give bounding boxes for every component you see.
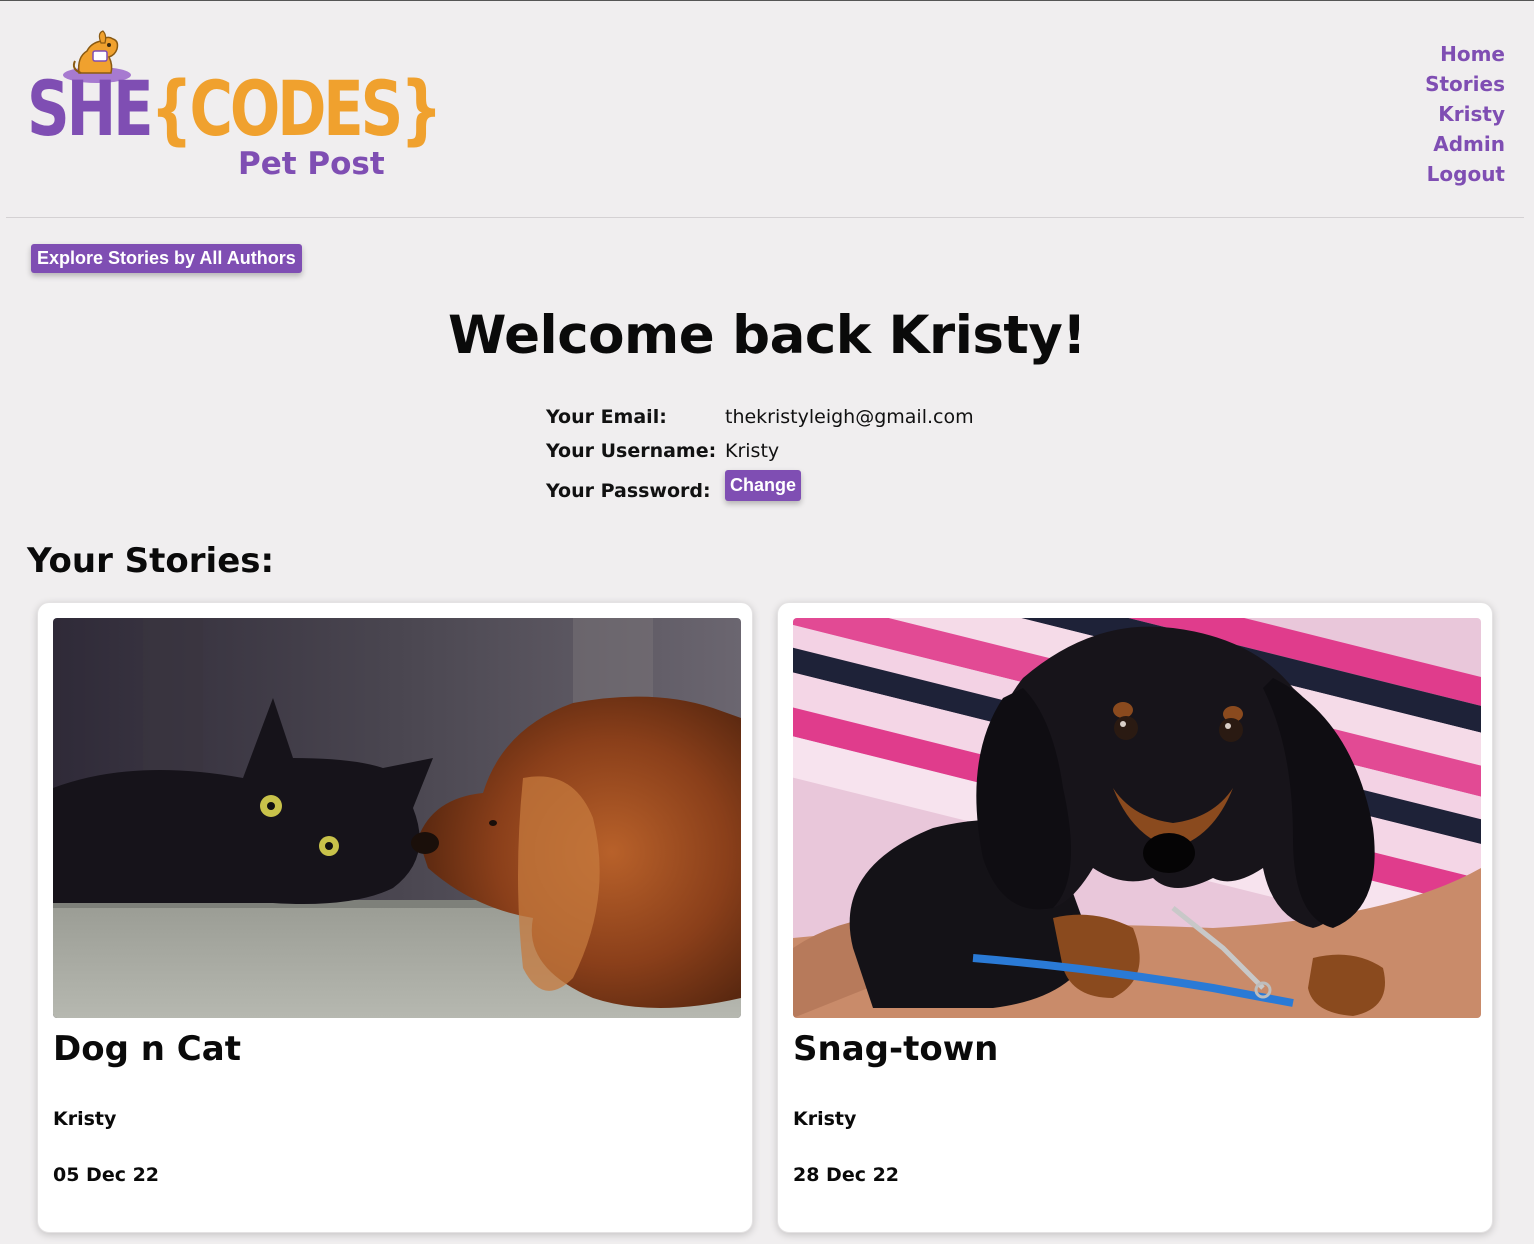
header-divider <box>6 217 1524 218</box>
story-date: 05 Dec 22 <box>53 1164 160 1186</box>
story-title[interactable]: Dog n Cat <box>53 1029 241 1069</box>
story-date: 28 Dec 22 <box>793 1164 900 1186</box>
username-label: Your Username: <box>546 440 717 462</box>
story-image-cat-and-dog[interactable] <box>53 618 741 1018</box>
site-header: SHE{CODES} Pet Post Home Stories Kristy … <box>0 1 1534 218</box>
nav-stories[interactable]: Stories <box>1425 69 1505 99</box>
username-value: Kristy <box>725 440 780 462</box>
stories-heading: Your Stories: <box>27 541 275 581</box>
story-title[interactable]: Snag-town <box>793 1029 998 1069</box>
nav-home[interactable]: Home <box>1425 39 1505 69</box>
email-label: Your Email: <box>546 406 667 428</box>
story-author: Kristy <box>793 1108 857 1130</box>
change-password-button[interactable]: Change <box>725 470 802 501</box>
site-logo[interactable]: SHE{CODES} Pet Post <box>27 29 442 189</box>
explore-stories-button[interactable]: Explore Stories by All Authors <box>31 244 302 273</box>
page-title: Welcome back Kristy! <box>448 305 1086 366</box>
password-label: Your Password: <box>546 480 711 502</box>
nav-profile[interactable]: Kristy <box>1425 99 1505 129</box>
email-value: thekristyleigh@gmail.com <box>725 406 974 428</box>
story-image-dachshund-puppy[interactable] <box>793 618 1481 1018</box>
brand-subtitle: Pet Post <box>238 146 385 182</box>
main-nav: Home Stories Kristy Admin Logout <box>1425 39 1505 189</box>
brand-she: SHE <box>27 64 154 153</box>
story-card[interactable]: Dog n Cat Kristy 05 Dec 22 <box>37 602 753 1233</box>
nav-admin[interactable]: Admin <box>1425 129 1505 159</box>
story-card[interactable]: Snag-town Kristy 28 Dec 22 <box>777 602 1493 1233</box>
brand-codes: {CODES} <box>150 64 442 153</box>
nav-logout[interactable]: Logout <box>1425 159 1505 189</box>
brand-wordmark: SHE{CODES} <box>27 71 442 147</box>
story-author: Kristy <box>53 1108 117 1130</box>
